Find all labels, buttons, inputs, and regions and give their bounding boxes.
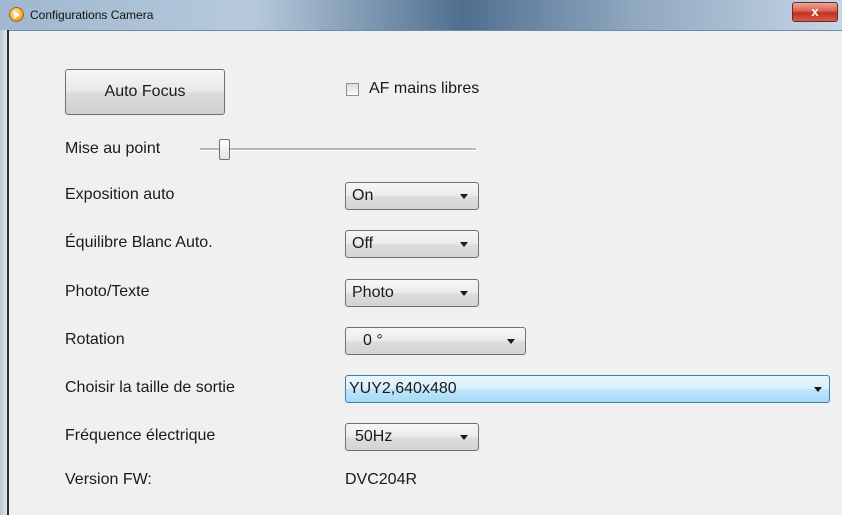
app-logo-icon (9, 7, 24, 22)
chevron-down-icon (814, 387, 822, 392)
focus-label: Mise au point (65, 140, 161, 157)
power-frequency-select[interactable]: 50Hz (345, 423, 479, 451)
auto-exposure-value: On (352, 187, 374, 204)
photo-text-select[interactable]: Photo (345, 279, 479, 307)
photo-text-label: Photo/Texte (65, 283, 150, 300)
focus-slider-thumb[interactable] (219, 139, 230, 160)
af-hands-free-label: AF mains libres (369, 80, 480, 97)
white-balance-value: Off (352, 235, 374, 252)
white-balance-label: Équilibre Blanc Auto. (65, 234, 213, 251)
chevron-down-icon (507, 339, 515, 344)
output-size-value: YUY2,640x480 (349, 380, 457, 397)
firmware-label: Version FW: (65, 471, 152, 488)
photo-text-value: Photo (352, 284, 394, 301)
window-border-left (7, 30, 9, 515)
chevron-down-icon (460, 435, 468, 440)
power-frequency-value: 50Hz (355, 428, 393, 445)
window-frame-left (0, 30, 7, 515)
output-size-select[interactable]: YUY2,640x480 (345, 375, 830, 403)
rotation-label: Rotation (65, 331, 125, 348)
chevron-down-icon (460, 291, 468, 296)
window-title: Configurations Camera (30, 8, 154, 22)
close-button[interactable]: x (792, 2, 838, 22)
camera-settings-window: Configurations Camera x Auto Focus AF ma… (0, 0, 842, 515)
af-hands-free-checkbox[interactable] (346, 83, 359, 96)
auto-exposure-label: Exposition auto (65, 186, 175, 203)
rotation-select[interactable]: 0 ° (345, 327, 526, 355)
white-balance-select[interactable]: Off (345, 230, 479, 258)
rotation-value: 0 ° (363, 332, 383, 349)
firmware-value: DVC204R (345, 471, 418, 488)
power-frequency-label: Fréquence électrique (65, 427, 216, 444)
chevron-down-icon (460, 194, 468, 199)
auto-focus-button[interactable]: Auto Focus (65, 69, 225, 115)
focus-slider-track[interactable] (200, 148, 476, 151)
title-bar[interactable]: Configurations Camera x (0, 0, 842, 31)
output-size-label: Choisir la taille de sortie (65, 379, 235, 396)
auto-exposure-select[interactable]: On (345, 182, 479, 210)
chevron-down-icon (460, 242, 468, 247)
